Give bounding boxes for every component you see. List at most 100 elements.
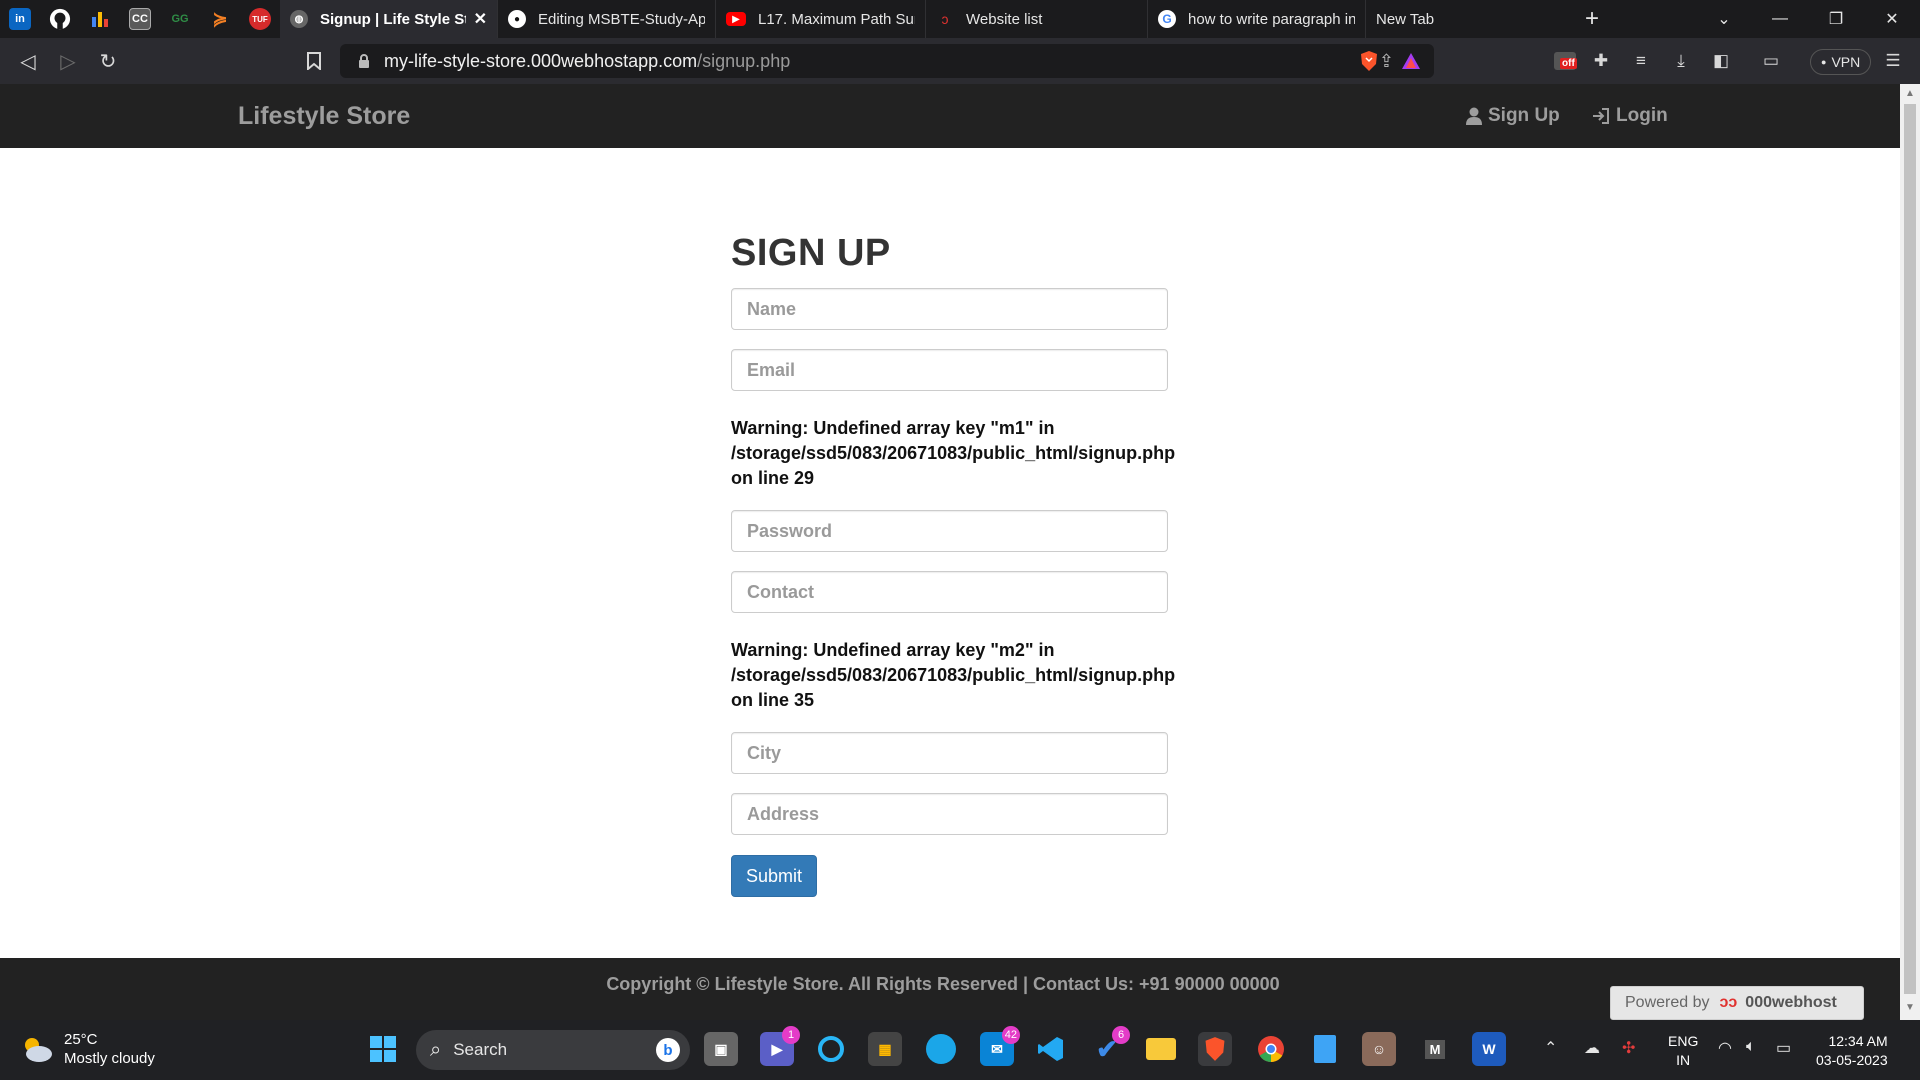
back-button[interactable]: ◁ — [8, 38, 48, 84]
email-input[interactable] — [731, 349, 1168, 391]
minimize-button[interactable]: — — [1752, 0, 1808, 38]
pinned-tab-cc[interactable]: CC — [120, 0, 160, 38]
page-title: SIGN UP — [731, 232, 891, 274]
close-window-button[interactable]: ✕ — [1864, 0, 1920, 38]
address-bar[interactable]: my-life-style-store.000webhostapp.com/si… — [340, 44, 1434, 78]
vscode-app[interactable] — [1034, 1032, 1068, 1066]
close-icon[interactable]: ✕ — [474, 9, 487, 29]
nav-login-label: Login — [1616, 105, 1668, 126]
photo-app[interactable]: ☺ — [1362, 1032, 1396, 1066]
pinned-tab-linkedin[interactable]: in — [0, 0, 40, 38]
volume-icon[interactable]: 🔈︎ — [1746, 1038, 1756, 1056]
vscode-icon — [1038, 1037, 1063, 1061]
tab-youtube[interactable]: ▶ L17. Maximum Path Sum i — [716, 0, 926, 38]
submit-button[interactable]: Submit — [731, 855, 817, 897]
browser-tab-strip: in CC GG ≽ TUF ◍ Signup | Life Style Sto… — [0, 0, 1920, 38]
edge-icon — [926, 1034, 956, 1064]
menu-button[interactable]: ☰ — [1880, 48, 1906, 74]
nav-signup-link[interactable]: Sign Up — [1466, 105, 1560, 127]
vpn-button[interactable]: ● VPN — [1810, 49, 1872, 75]
vpn-label: VPN — [1831, 54, 1861, 70]
chrome-app[interactable] — [1254, 1032, 1288, 1066]
brave-lion-icon — [1361, 51, 1377, 71]
show-hidden-icons-button[interactable]: ⌃ — [1544, 1038, 1557, 1058]
word-app[interactable]: W — [1472, 1032, 1506, 1066]
playlist-icon: ≡ — [1636, 51, 1646, 70]
sidebar-button[interactable]: ◧ — [1708, 48, 1734, 74]
msbte-app[interactable]: M — [1418, 1032, 1452, 1066]
brave-taskbar-app[interactable] — [1198, 1032, 1232, 1066]
pinned-tab-stack[interactable]: ≽ — [200, 0, 240, 38]
mail-app[interactable]: ✉ 42 — [980, 1026, 1020, 1066]
pinned-tab-tuf[interactable]: TUF — [240, 0, 280, 38]
reload-button[interactable]: ↻ — [88, 38, 128, 84]
taskbar-search[interactable]: ⌕ Search b — [416, 1030, 690, 1070]
tab-list-button[interactable]: ⌄ — [1696, 0, 1752, 38]
language-indicator[interactable]: ENG IN — [1668, 1032, 1698, 1070]
store-app[interactable]: ▦ — [868, 1032, 902, 1066]
chrome-icon — [1258, 1036, 1284, 1063]
pinned-tab-analytics[interactable] — [80, 0, 120, 38]
site-brand[interactable]: Lifestyle Store — [238, 102, 410, 131]
browser-toolbar: ◁ ▷ ↻ my-life-style-store.000webhostapp.… — [0, 38, 1920, 84]
clock-time: 12:34 AM — [1828, 1033, 1888, 1049]
powered-by-badge[interactable]: Powered by ↄↄ 000webhost — [1610, 986, 1864, 1020]
mail-icon: ✉ — [991, 1040, 1003, 1057]
reload-icon: ↻ — [99, 50, 117, 73]
bookmark-button[interactable] — [294, 38, 334, 84]
teams-app[interactable]: ▶ 1 — [760, 1026, 800, 1066]
teams-badge: 1 — [782, 1026, 800, 1044]
tab-signup[interactable]: ◍ Signup | Life Style Sto ✕ — [280, 0, 498, 38]
notepad-app[interactable] — [1308, 1032, 1342, 1066]
wifi-icon[interactable]: ◠ — [1718, 1038, 1732, 1058]
cortana-app[interactable] — [814, 1032, 848, 1066]
brave-lion-icon — [1205, 1037, 1225, 1061]
tab-new-tab[interactable]: New Tab — [1366, 0, 1572, 38]
taskbar-clock[interactable]: 12:34 AM 03-05-2023 — [1816, 1032, 1888, 1070]
onedrive-icon[interactable]: ☁ — [1584, 1038, 1600, 1058]
start-button[interactable] — [366, 1032, 400, 1066]
pinned-tab-github[interactable] — [40, 0, 80, 38]
google-icon: G — [1158, 10, 1176, 28]
forward-button[interactable]: ▷ — [48, 38, 88, 84]
tab-github-editing[interactable]: ● Editing MSBTE-Study-App — [498, 0, 716, 38]
wallet-button[interactable]: ▭ — [1758, 48, 1784, 74]
new-tab-button[interactable]: + — [1572, 0, 1612, 38]
downloads-button[interactable]: ⤓ — [1668, 48, 1694, 74]
city-input[interactable] — [731, 732, 1168, 774]
scroll-up-icon[interactable]: ▲ — [1905, 88, 1915, 99]
tab-google[interactable]: G how to write paragraph in — [1148, 0, 1366, 38]
lock-icon — [359, 54, 369, 68]
todo-app[interactable]: ✔ 6 — [1090, 1026, 1130, 1066]
battery-icon[interactable]: ▭ — [1776, 1038, 1791, 1058]
page-scrollbar[interactable]: ▲ ▼ — [1900, 84, 1920, 1020]
hamburger-icon: ☰ — [1885, 51, 1901, 70]
weather-widget[interactable]: 25°C Mostly cloudy — [20, 1030, 155, 1068]
scroll-down-icon[interactable]: ▼ — [1905, 1002, 1915, 1013]
tab-website-list[interactable]: ↄ Website list — [926, 0, 1148, 38]
brave-shield-button[interactable] — [1356, 48, 1382, 74]
github-icon: ● — [508, 10, 526, 28]
notification-app-icon[interactable]: ✣ — [1622, 1038, 1635, 1058]
address-input[interactable] — [731, 793, 1168, 835]
playlist-button[interactable]: ≡ — [1628, 48, 1654, 74]
name-input[interactable] — [731, 288, 1168, 330]
nav-login-link[interactable]: Login — [1592, 105, 1668, 127]
task-view-button[interactable]: ▣ — [704, 1032, 738, 1066]
extensions-button[interactable]: ✚ — [1588, 48, 1614, 74]
scroll-thumb[interactable] — [1904, 104, 1916, 994]
contact-input[interactable] — [731, 571, 1168, 613]
password-input[interactable] — [731, 510, 1168, 552]
region-code: IN — [1676, 1052, 1691, 1068]
tab-label: how to write paragraph in — [1188, 10, 1355, 28]
restore-button[interactable]: ❐ — [1808, 0, 1864, 38]
brave-rewards-button[interactable] — [1398, 48, 1424, 74]
weather-condition: Mostly cloudy — [64, 1050, 155, 1067]
php-warning-m1: Warning: Undefined array key "m1" in /st… — [731, 418, 1176, 488]
extension-off-button[interactable]: off — [1552, 48, 1578, 74]
puzzle-icon: ✚ — [1593, 51, 1609, 70]
edge-app[interactable] — [924, 1032, 958, 1066]
pinned-tab-gfg[interactable]: GG — [160, 0, 200, 38]
tab-label: L17. Maximum Path Sum i — [758, 10, 915, 28]
file-explorer-app[interactable] — [1144, 1032, 1178, 1066]
